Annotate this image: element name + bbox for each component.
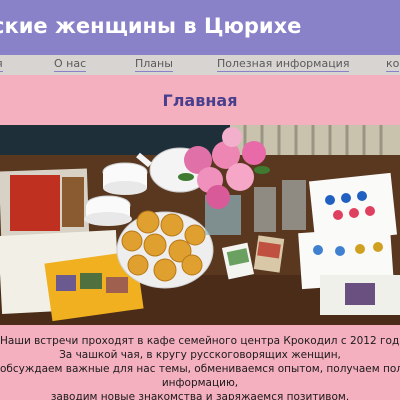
cafe-table-illustration [0,125,400,325]
cafe-photo [0,125,400,325]
caption-line: За чашкой чая, в кругу русскоговорящих ж… [59,349,341,361]
page-header: Главная [0,75,400,125]
main-nav: я О нас Планы Полезная информация ко [0,55,400,75]
caption-line: обсуждаем важные для нас темы, обменивае… [0,363,400,375]
nav-item-contacts[interactable]: ко [386,57,400,72]
intro-caption: Наши встречи проходят в кафе семейного ц… [0,325,400,400]
caption-line: Наши встречи проходят в кафе семейного ц… [0,335,400,347]
nav-item-home[interactable]: я [0,57,3,72]
site-header: ские женщины в Цюрихе [0,0,400,55]
caption-line: информацию, [161,377,239,389]
nav-item-plans[interactable]: Планы [135,57,173,72]
nav-item-about[interactable]: О нас [54,57,87,72]
page-title: Главная [162,91,238,110]
nav-item-useful-info[interactable]: Полезная информация [217,57,350,72]
caption-line: заводим новые знакомства и заряжаемся по… [50,391,350,400]
site-title[interactable]: ские женщины в Цюрихе [0,14,301,38]
